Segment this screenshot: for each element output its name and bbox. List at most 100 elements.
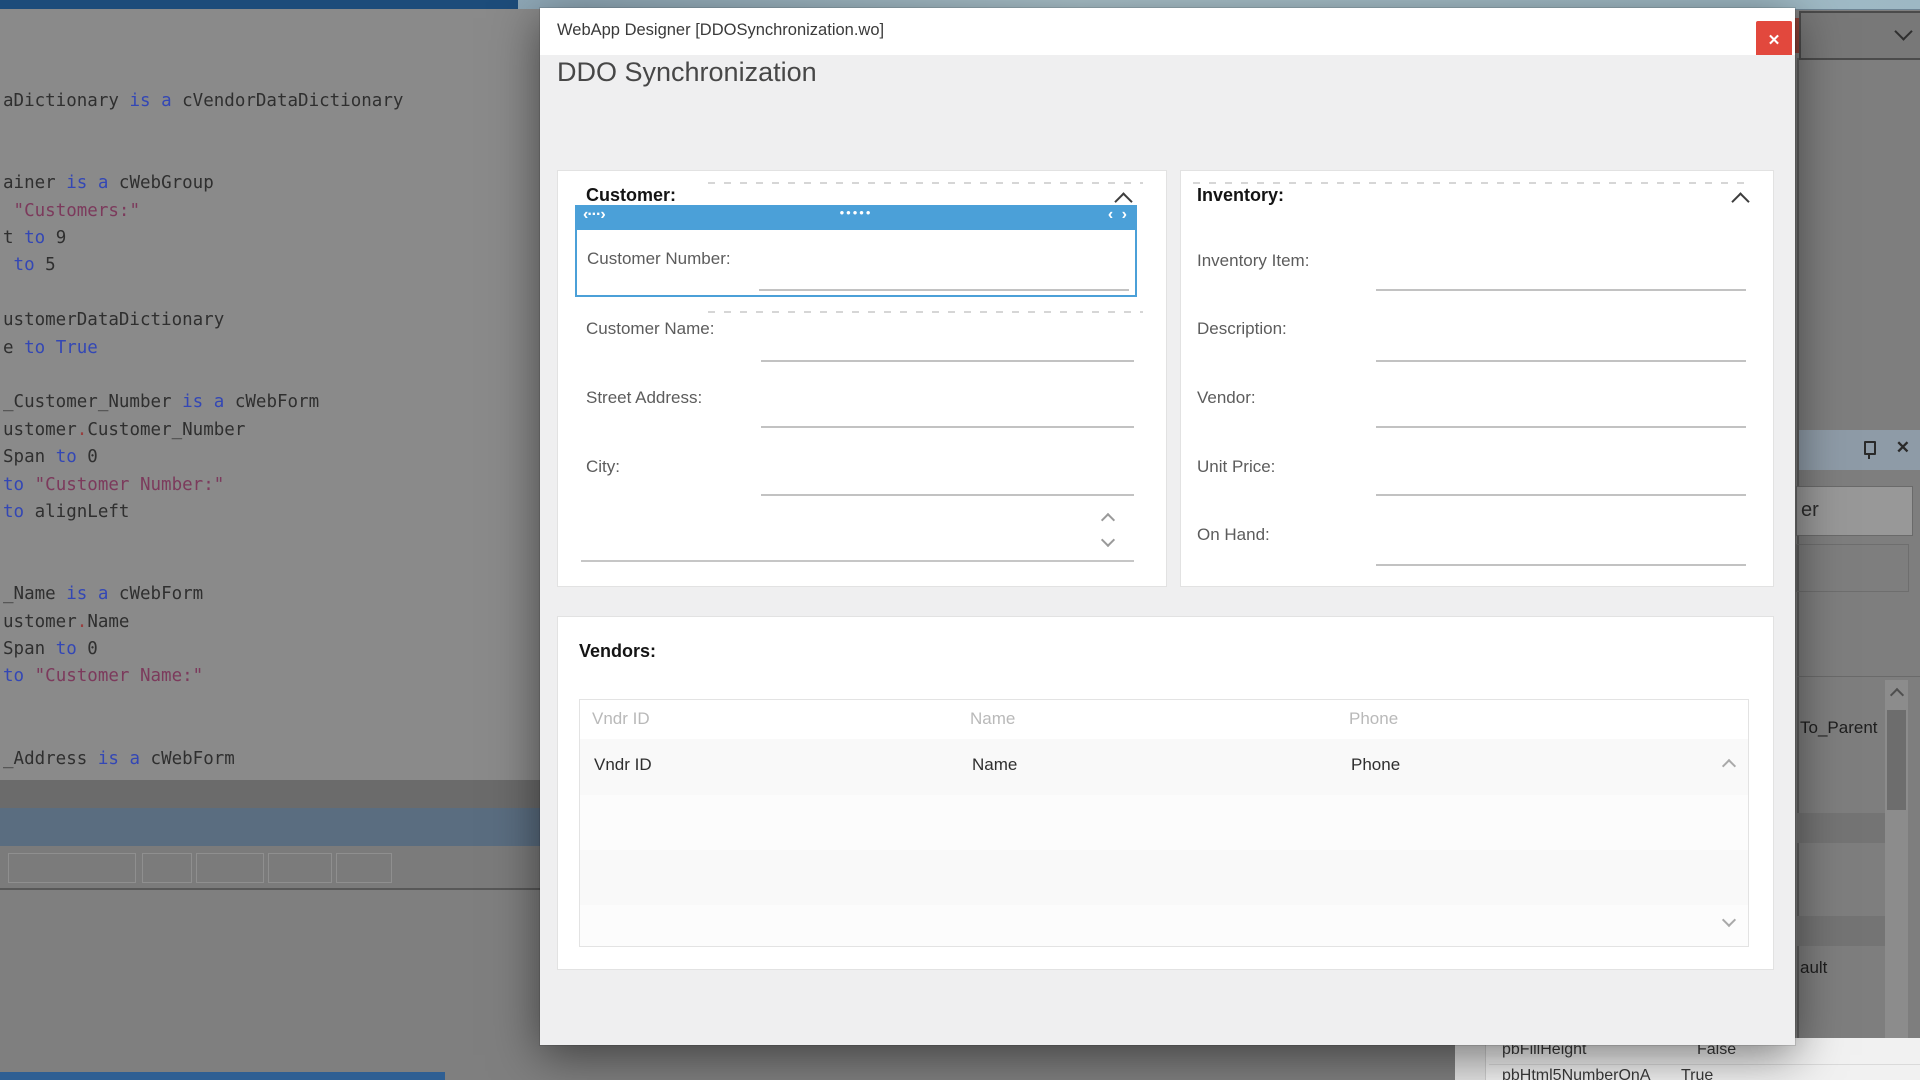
grid-col-header[interactable]: Vndr ID bbox=[592, 709, 650, 729]
vendors-panel: Vendors: Vndr ID Name Phone Vndr ID Name… bbox=[557, 616, 1774, 970]
collapse-chevron-icon[interactable] bbox=[1731, 192, 1749, 210]
code-line: to "Customer Number:" bbox=[3, 472, 224, 499]
close-panel-icon[interactable]: ✕ bbox=[1896, 438, 1910, 458]
selection-toolbar[interactable]: ‹···› ••••• ‹ › bbox=[575, 205, 1137, 230]
background-input-field[interactable]: er bbox=[1796, 486, 1913, 536]
background-toolbar-row bbox=[0, 846, 545, 888]
field-label: Description: bbox=[1197, 319, 1287, 339]
background-selected-row[interactable] bbox=[0, 808, 545, 846]
customer-number-input[interactable] bbox=[759, 289, 1129, 291]
field-label: City: bbox=[586, 457, 620, 477]
code-line: _Customer_Number is a cWebForm bbox=[3, 389, 319, 416]
code-line: Span to 0 bbox=[3, 444, 98, 471]
code-line: ustomer.Customer_Number bbox=[3, 417, 245, 444]
unit-price-input[interactable] bbox=[1376, 494, 1746, 496]
toolbar-box bbox=[268, 853, 332, 883]
inventory-panel: Inventory: Inventory Item: Description: … bbox=[1180, 170, 1774, 587]
editor-horizontal-scrollbar[interactable] bbox=[0, 780, 545, 808]
design-grid-dots bbox=[708, 182, 1143, 184]
grid-col-header[interactable]: Phone bbox=[1349, 709, 1398, 729]
vendors-grid: Vndr ID Name Phone Vndr ID Name Phone bbox=[579, 699, 1749, 947]
grid-cell: Phone bbox=[1351, 755, 1400, 775]
chevron-down-icon bbox=[1894, 22, 1912, 40]
vendors-panel-header: Vendors: bbox=[579, 641, 656, 662]
selected-form-element[interactable]: ‹···› ••••• ‹ › Customer Number: bbox=[575, 205, 1137, 297]
customer-name-input[interactable] bbox=[761, 360, 1134, 362]
code-line: _Name is a cWebForm bbox=[3, 581, 203, 608]
grid-scroll-down-icon[interactable] bbox=[1722, 913, 1736, 927]
background-input-field-empty[interactable] bbox=[1796, 544, 1909, 592]
spinner-up-icon[interactable] bbox=[1101, 513, 1115, 527]
grid-scroll-up-icon[interactable] bbox=[1722, 759, 1736, 773]
description-input[interactable] bbox=[1376, 360, 1746, 362]
dialog-titlebar[interactable]: WebApp Designer [DDOSynchronization.wo] … bbox=[540, 8, 1795, 55]
field-label: Street Address: bbox=[586, 388, 702, 408]
vendor-input[interactable] bbox=[1376, 426, 1746, 428]
field-label: Vendor: bbox=[1197, 388, 1256, 408]
code-line: to 5 bbox=[3, 252, 56, 279]
code-line: Span to 0 bbox=[3, 636, 98, 663]
property-row[interactable]: ault bbox=[1800, 958, 1827, 978]
design-grid-dots bbox=[708, 311, 1143, 313]
background-window-titlebar bbox=[0, 0, 518, 9]
code-line: to alignLeft bbox=[3, 499, 129, 526]
field-label: Customer Name: bbox=[586, 319, 714, 339]
scroll-up-icon[interactable] bbox=[1890, 688, 1904, 702]
property-row[interactable]: To_Parent bbox=[1800, 718, 1878, 738]
code-line: ustomer.Name bbox=[3, 609, 129, 636]
toolbar-box bbox=[196, 853, 264, 883]
code-line: ustomerDataDictionary bbox=[3, 307, 224, 334]
grid-col-header[interactable]: Name bbox=[970, 709, 1015, 729]
pin-icon[interactable] bbox=[1864, 441, 1876, 455]
scrollbar-thumb[interactable] bbox=[1887, 710, 1906, 810]
customer-panel: Customer: ‹···› ••••• ‹ › Customer Numbe… bbox=[557, 170, 1167, 587]
property-value[interactable]: True bbox=[1681, 1067, 1713, 1080]
code-line: e to True bbox=[3, 335, 98, 362]
grid-cell: Vndr ID bbox=[594, 755, 652, 775]
property-row-stripe[interactable] bbox=[1797, 916, 1885, 946]
grid-row-empty[interactable] bbox=[580, 795, 1748, 851]
screen: aDictionary is a cVendorDataDictionary ai… bbox=[0, 0, 1920, 1080]
bottom-window-edge bbox=[0, 1072, 445, 1080]
property-row-stripe[interactable] bbox=[1797, 813, 1885, 843]
property-name[interactable]: pbHtml5NumberOnA bbox=[1502, 1067, 1651, 1080]
grid-cell: Name bbox=[972, 755, 1017, 775]
code-editor[interactable]: aDictionary is a cVendorDataDictionary ai… bbox=[0, 9, 540, 780]
code-line: aDictionary is a cVendorDataDictionary bbox=[3, 88, 403, 115]
code-line: "Customers:" bbox=[3, 198, 140, 225]
field-label: Customer Number: bbox=[587, 249, 731, 269]
field-label: Unit Price: bbox=[1197, 457, 1275, 477]
on-hand-input[interactable] bbox=[1376, 564, 1746, 566]
field-label: Inventory Item: bbox=[1197, 251, 1309, 271]
toolbar-box bbox=[8, 853, 136, 883]
street-address-input[interactable] bbox=[761, 426, 1134, 428]
webapp-designer-dialog: WebApp Designer [DDOSynchronization.wo] … bbox=[540, 8, 1795, 1045]
grid-row-empty[interactable] bbox=[580, 905, 1748, 946]
dock-panel-header: ✕ bbox=[1799, 430, 1920, 470]
grid-row[interactable]: Vndr ID Name Phone bbox=[580, 739, 1748, 796]
drag-handle-icon[interactable]: ••••• bbox=[575, 205, 1137, 220]
grid-header-row: Vndr ID Name Phone bbox=[580, 700, 1748, 740]
background-combobox[interactable] bbox=[1799, 11, 1920, 60]
code-line: t to 9 bbox=[3, 225, 66, 252]
grid-row-empty[interactable] bbox=[580, 850, 1748, 906]
background-divider bbox=[0, 888, 545, 890]
dialog-title: WebApp Designer [DDOSynchronization.wo] bbox=[557, 21, 884, 40]
property-row-divider bbox=[1489, 1064, 1920, 1065]
field-label: On Hand: bbox=[1197, 525, 1270, 545]
city-input[interactable] bbox=[761, 494, 1134, 496]
code-line: _Address is a cWebForm bbox=[3, 746, 235, 773]
toolbar-box bbox=[336, 853, 392, 883]
property-grid-scrollbar[interactable] bbox=[1885, 680, 1908, 1045]
inventory-panel-header: Inventory: bbox=[1197, 185, 1284, 206]
page-title: DDO Synchronization bbox=[557, 57, 817, 88]
inventory-item-input[interactable] bbox=[1376, 289, 1746, 291]
toolbar-box bbox=[142, 853, 192, 883]
code-icon[interactable]: ‹ › bbox=[1108, 206, 1129, 224]
design-grid-dots bbox=[1193, 182, 1753, 184]
property-grid-top-border bbox=[1797, 676, 1920, 677]
spinner-down-icon[interactable] bbox=[1101, 533, 1115, 547]
spinner-input[interactable] bbox=[581, 560, 1134, 562]
code-line: ainer is a cWebGroup bbox=[3, 170, 214, 197]
customer-panel-header: Customer: bbox=[586, 185, 676, 206]
